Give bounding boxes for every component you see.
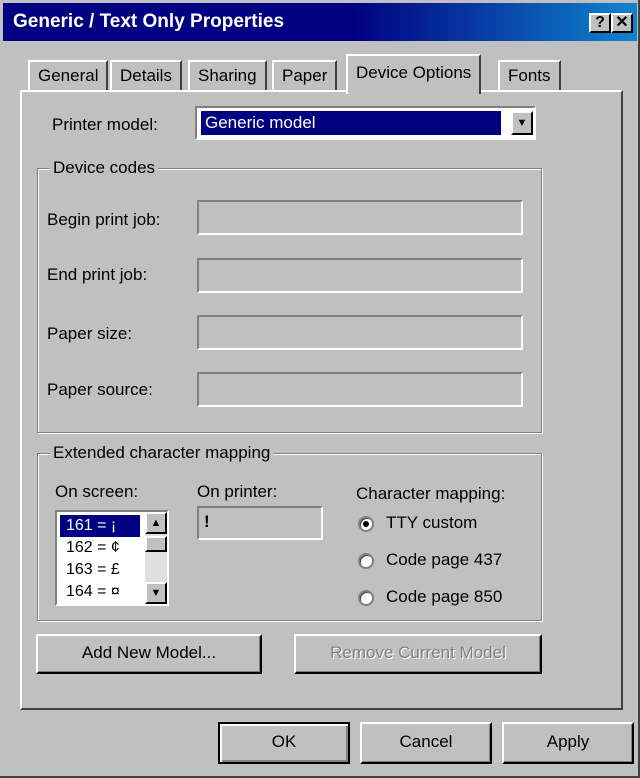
radio-code-page-437[interactable]	[358, 553, 374, 569]
paper-size-label: Paper size:	[47, 324, 133, 343]
printer-model-label: Printer model:	[52, 115, 158, 134]
tab-device-options[interactable]: Device Options	[346, 54, 482, 94]
ok-button[interactable]: OK	[218, 722, 350, 764]
end-print-job-field[interactable]	[197, 258, 523, 293]
dropdown-button[interactable]: ▼	[511, 111, 533, 135]
list-item[interactable]: 164 = ¤	[60, 581, 140, 603]
ok-label: OK	[271, 732, 297, 751]
radio-code-page-850[interactable]	[358, 590, 374, 606]
on-printer-field[interactable]: !	[197, 506, 323, 540]
scroll-down-button[interactable]: ▼	[145, 582, 167, 604]
tab-label: Device Options	[356, 63, 472, 82]
tab-label: Sharing	[198, 66, 257, 85]
extended-mapping-title: Extended character mapping	[50, 443, 274, 463]
code-page-437-label[interactable]: Code page 437	[386, 550, 502, 570]
apply-label: Apply	[546, 732, 590, 751]
tab-label: General	[38, 66, 99, 85]
end-print-job-label: End print job:	[47, 265, 148, 284]
on-screen-label: On screen:	[55, 482, 139, 501]
apply-button[interactable]: Apply	[502, 722, 634, 764]
scroll-thumb[interactable]	[145, 536, 167, 552]
window-title: Generic / Text Only Properties	[13, 11, 285, 32]
title-bar[interactable]: Generic / Text Only Properties ? ✕	[3, 3, 637, 41]
add-new-model-label: Add New Model...	[81, 643, 217, 662]
list-item[interactable]: 162 = ¢	[60, 537, 140, 559]
begin-print-job-field[interactable]	[197, 200, 523, 235]
close-icon: ✕	[615, 14, 629, 31]
tab-details[interactable]: Details	[110, 60, 182, 92]
tab-label: Fonts	[508, 66, 551, 85]
cancel-button[interactable]: Cancel	[360, 722, 492, 764]
close-button[interactable]: ✕	[611, 13, 633, 33]
tab-strip: General Details Sharing Paper Device Opt…	[22, 52, 622, 94]
help-button[interactable]: ?	[589, 13, 611, 33]
list-item[interactable]: 161 = ¡	[60, 515, 140, 537]
tab-sharing[interactable]: Sharing	[188, 60, 267, 92]
tab-label: Paper	[282, 66, 328, 85]
on-printer-value: !	[204, 512, 210, 531]
on-printer-label: On printer:	[197, 482, 278, 501]
radio-tty-custom[interactable]	[358, 516, 374, 532]
remove-current-model-button[interactable]: Remove Current Model	[294, 634, 542, 674]
add-new-model-button[interactable]: Add New Model...	[36, 634, 262, 674]
tab-fonts[interactable]: Fonts	[498, 60, 561, 92]
list-item[interactable]: 163 = £	[60, 559, 140, 581]
cancel-label: Cancel	[399, 732, 453, 751]
begin-print-job-label: Begin print job:	[47, 210, 161, 229]
chevron-down-icon: ▼	[150, 587, 162, 599]
paper-size-field[interactable]	[197, 315, 523, 350]
device-codes-title: Device codes	[50, 158, 159, 178]
chevron-down-icon: ▼	[516, 117, 528, 129]
code-page-850-label[interactable]: Code page 850	[386, 587, 502, 607]
properties-dialog: Generic / Text Only Properties ? ✕ Gener…	[0, 0, 640, 778]
paper-source-field[interactable]	[197, 372, 523, 407]
paper-source-label: Paper source:	[47, 380, 153, 399]
tab-paper[interactable]: Paper	[272, 60, 338, 92]
tab-general[interactable]: General	[28, 60, 109, 92]
help-icon: ?	[595, 14, 605, 31]
chevron-up-icon: ▲	[150, 517, 162, 529]
tab-label: Details	[120, 66, 172, 85]
list-scrollbar[interactable]: ▲ ▼	[145, 512, 167, 604]
tty-custom-label[interactable]: TTY custom	[386, 513, 477, 533]
radio-dot	[363, 521, 369, 527]
printer-model-select[interactable]: Generic model ▼	[195, 106, 536, 140]
character-mapping-label: Character mapping:	[356, 484, 506, 503]
printer-model-value: Generic model	[201, 111, 501, 135]
scroll-up-button[interactable]: ▲	[145, 512, 167, 534]
on-screen-list[interactable]: 161 = ¡ 162 = ¢ 163 = £ 164 = ¤ ▲ ▼	[55, 510, 169, 606]
remove-current-model-label: Remove Current Model	[330, 643, 506, 662]
